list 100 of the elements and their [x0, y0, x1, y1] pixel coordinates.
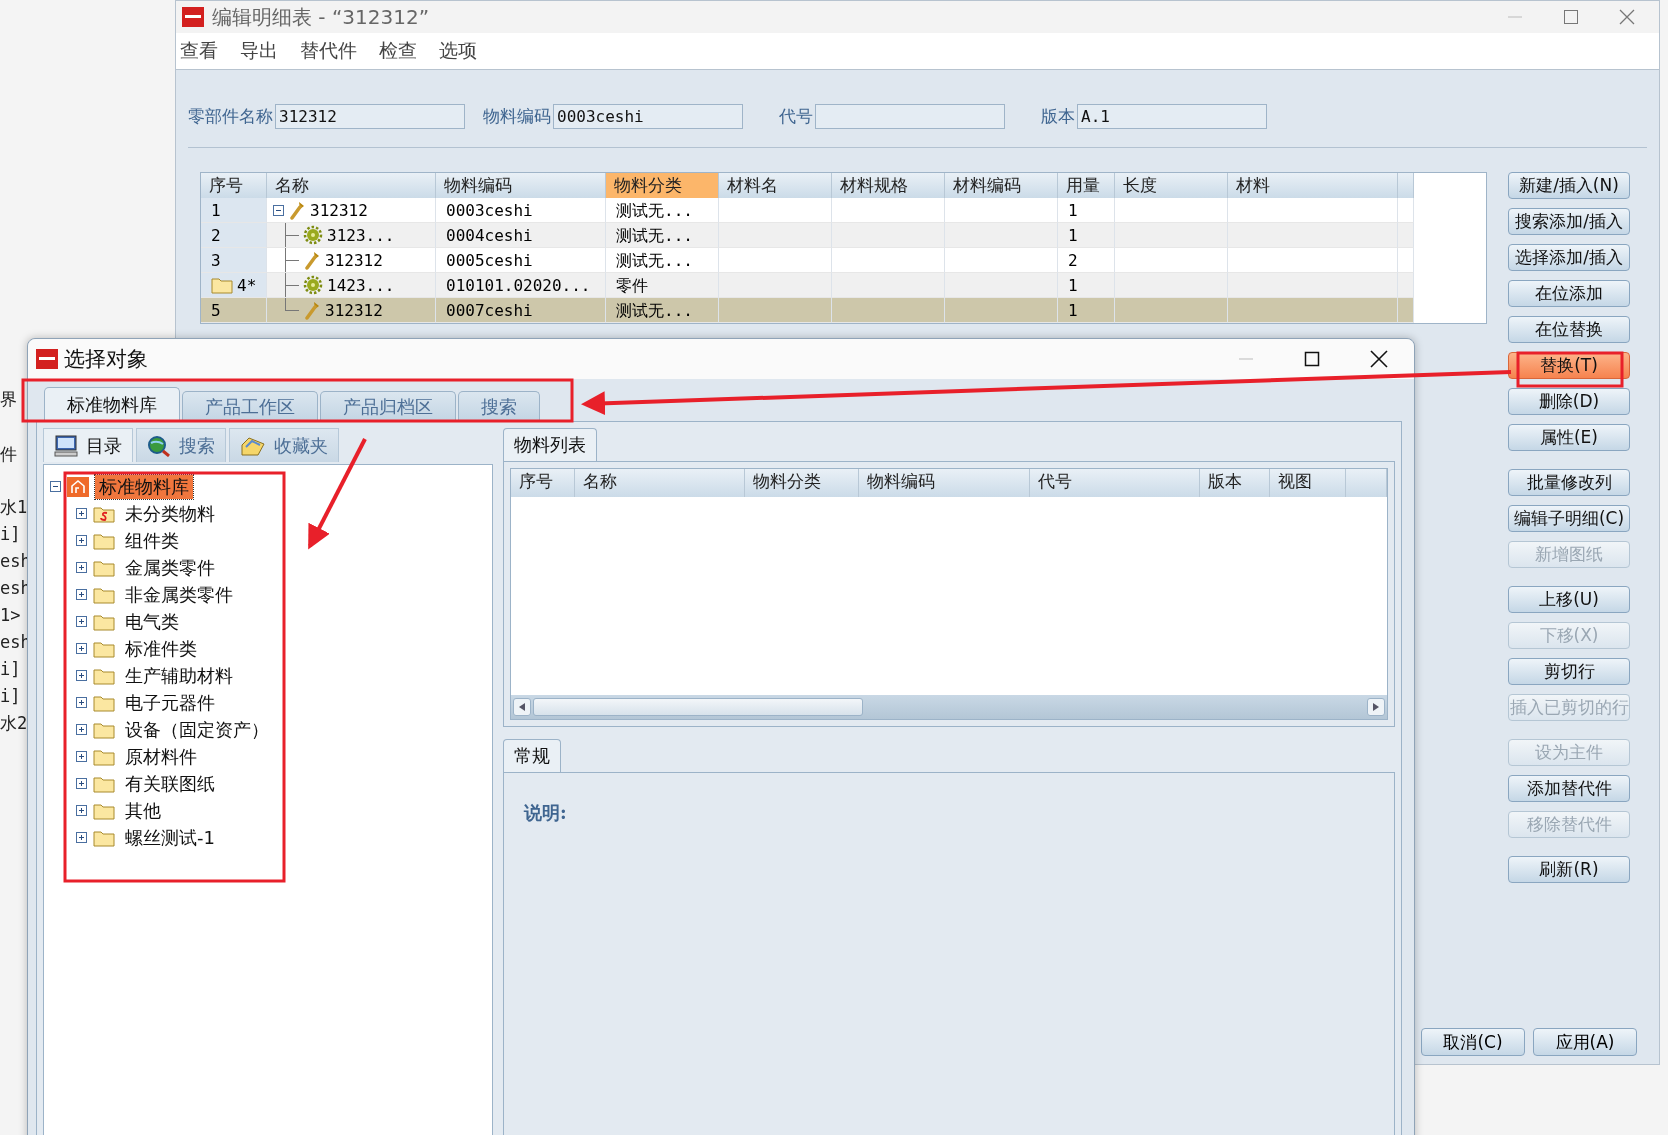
- action-button[interactable]: 编辑子明细(C): [1508, 505, 1630, 532]
- scrollbar-thumb[interactable]: [533, 698, 863, 716]
- column-header[interactable]: 视图: [1270, 469, 1346, 497]
- action-button[interactable]: 搜索添加/插入: [1508, 208, 1630, 235]
- column-header[interactable]: 物料分类: [606, 173, 719, 198]
- tab[interactable]: 收藏夹: [229, 428, 339, 462]
- tree-item[interactable]: 电气类: [121, 609, 183, 634]
- tab[interactable]: 常规: [503, 739, 561, 772]
- tree-item[interactable]: 螺丝测试-1: [121, 825, 219, 850]
- tree-item[interactable]: 金属类零件: [121, 555, 219, 580]
- scroll-right-icon[interactable]: [1372, 702, 1380, 712]
- table-cell: 1: [1058, 223, 1115, 248]
- field-label: 零部件名称: [188, 105, 273, 128]
- tree-toggle[interactable]: [76, 589, 87, 600]
- table-cell: 0004ceshi: [436, 223, 606, 248]
- menu-item[interactable]: 选项: [439, 38, 477, 64]
- column-header[interactable]: 物料分类: [745, 469, 859, 497]
- menu-item[interactable]: 检查: [379, 38, 417, 64]
- tab[interactable]: 物料列表: [503, 428, 597, 461]
- tree-toggle[interactable]: [76, 508, 87, 519]
- table-cell: [1398, 273, 1414, 298]
- column-header[interactable]: 代号: [1030, 469, 1200, 497]
- tree-item[interactable]: 电子元器件: [121, 690, 219, 715]
- tab[interactable]: 搜索: [136, 428, 226, 462]
- action-button[interactable]: 选择添加/插入: [1508, 244, 1630, 271]
- folder-icon: [93, 774, 115, 793]
- action-button[interactable]: 新建/插入(N): [1508, 172, 1630, 199]
- tree-toggle[interactable]: [76, 751, 87, 762]
- tree-toggle[interactable]: [76, 697, 87, 708]
- column-header[interactable]: 序号: [201, 173, 267, 198]
- menu-item[interactable]: 替代件: [300, 38, 357, 64]
- tree-item[interactable]: 标准件类: [121, 636, 201, 661]
- menu-item[interactable]: 导出: [240, 38, 278, 64]
- action-button[interactable]: 批量修改列: [1508, 469, 1630, 496]
- column-header[interactable]: 材料编码: [945, 173, 1058, 198]
- column-header[interactable]: 用量: [1058, 173, 1115, 198]
- column-header[interactable]: 材料: [1228, 173, 1398, 198]
- tree-toggle[interactable]: [76, 535, 87, 546]
- action-button[interactable]: 删除(D): [1508, 388, 1630, 415]
- tree-item[interactable]: 生产辅助材料: [121, 663, 237, 688]
- table-row[interactable]: 2 3123... 0004ceshi 测试无... 1: [201, 223, 1486, 248]
- scrollbar[interactable]: [511, 695, 1387, 719]
- action-button[interactable]: 在位替换: [1508, 316, 1630, 343]
- tab[interactable]: 标准物料库: [44, 387, 180, 421]
- tree-toggle[interactable]: [76, 724, 87, 735]
- tree-toggle[interactable]: [76, 832, 87, 843]
- column-header[interactable]: 材料名: [719, 173, 832, 198]
- tab[interactable]: 产品工作区: [182, 391, 318, 421]
- tree-toggle[interactable]: [76, 670, 87, 681]
- input-field[interactable]: A.1: [1077, 104, 1267, 129]
- tab[interactable]: 搜索: [458, 391, 540, 421]
- tree-toggle[interactable]: [50, 481, 61, 492]
- tree-toggle[interactable]: [76, 616, 87, 627]
- column-header[interactable]: 名称: [575, 469, 745, 497]
- close-icon[interactable]: [1370, 350, 1388, 368]
- action-button[interactable]: 剪切行: [1508, 658, 1630, 685]
- action-button[interactable]: 在位添加: [1508, 280, 1630, 307]
- tree-toggle[interactable]: [273, 204, 284, 216]
- tree-toggle[interactable]: [76, 778, 87, 789]
- row-number: 2: [211, 224, 221, 247]
- dialog-button[interactable]: 取消(C): [1421, 1028, 1525, 1056]
- pin-icon: [303, 300, 321, 320]
- column-header[interactable]: 物料编码: [436, 173, 606, 198]
- tree-item[interactable]: 设备（固定资产）: [121, 717, 273, 742]
- tree-toggle[interactable]: [76, 643, 87, 654]
- tree-item[interactable]: 组件类: [121, 528, 183, 553]
- tree-item[interactable]: 未分类物料: [121, 501, 219, 526]
- tab[interactable]: 产品归档区: [320, 391, 456, 421]
- scroll-left-icon[interactable]: [518, 702, 526, 712]
- table-cell: 0007ceshi: [436, 298, 606, 323]
- column-header[interactable]: 序号: [511, 469, 575, 497]
- column-header[interactable]: 材料规格: [832, 173, 945, 198]
- tree-item[interactable]: 原材料件: [121, 744, 201, 769]
- pin-icon: [303, 250, 321, 270]
- maximize-icon[interactable]: [1304, 351, 1320, 367]
- column-header[interactable]: 长度: [1115, 173, 1228, 198]
- tree-item[interactable]: 非金属类零件: [121, 582, 237, 607]
- menu-item[interactable]: 查看: [180, 38, 218, 64]
- input-field[interactable]: 312312: [275, 104, 465, 129]
- action-button[interactable]: 刷新(R): [1508, 856, 1630, 883]
- input-field[interactable]: 0003ceshi: [553, 104, 743, 129]
- tree-item[interactable]: 其他: [121, 798, 165, 823]
- table-row[interactable]: 5 312312 0007ceshi 测试无... 1: [201, 298, 1486, 323]
- row-number: 5: [211, 299, 221, 322]
- tree-toggle[interactable]: [76, 562, 87, 573]
- globe-search-icon: [147, 434, 171, 457]
- column-header[interactable]: 物料编码: [859, 469, 1030, 497]
- dialog-button[interactable]: 应用(A): [1533, 1028, 1637, 1056]
- column-header[interactable]: 版本: [1200, 469, 1270, 497]
- tree-item[interactable]: 标准物料库: [95, 474, 193, 499]
- table-row[interactable]: 4* 1423... 010101.02020... 零件 1: [201, 273, 1486, 298]
- column-header[interactable]: 名称: [267, 173, 436, 198]
- tree-toggle[interactable]: [76, 805, 87, 816]
- action-button[interactable]: 属性(E): [1508, 424, 1630, 451]
- field-label: 物料编码: [483, 105, 551, 128]
- tree-item[interactable]: 有关联图纸: [121, 771, 219, 796]
- input-field[interactable]: [815, 104, 1005, 129]
- action-button[interactable]: 上移(U): [1508, 586, 1630, 613]
- tab[interactable]: 目录: [43, 428, 133, 462]
- action-button[interactable]: 添加替代件: [1508, 775, 1630, 802]
